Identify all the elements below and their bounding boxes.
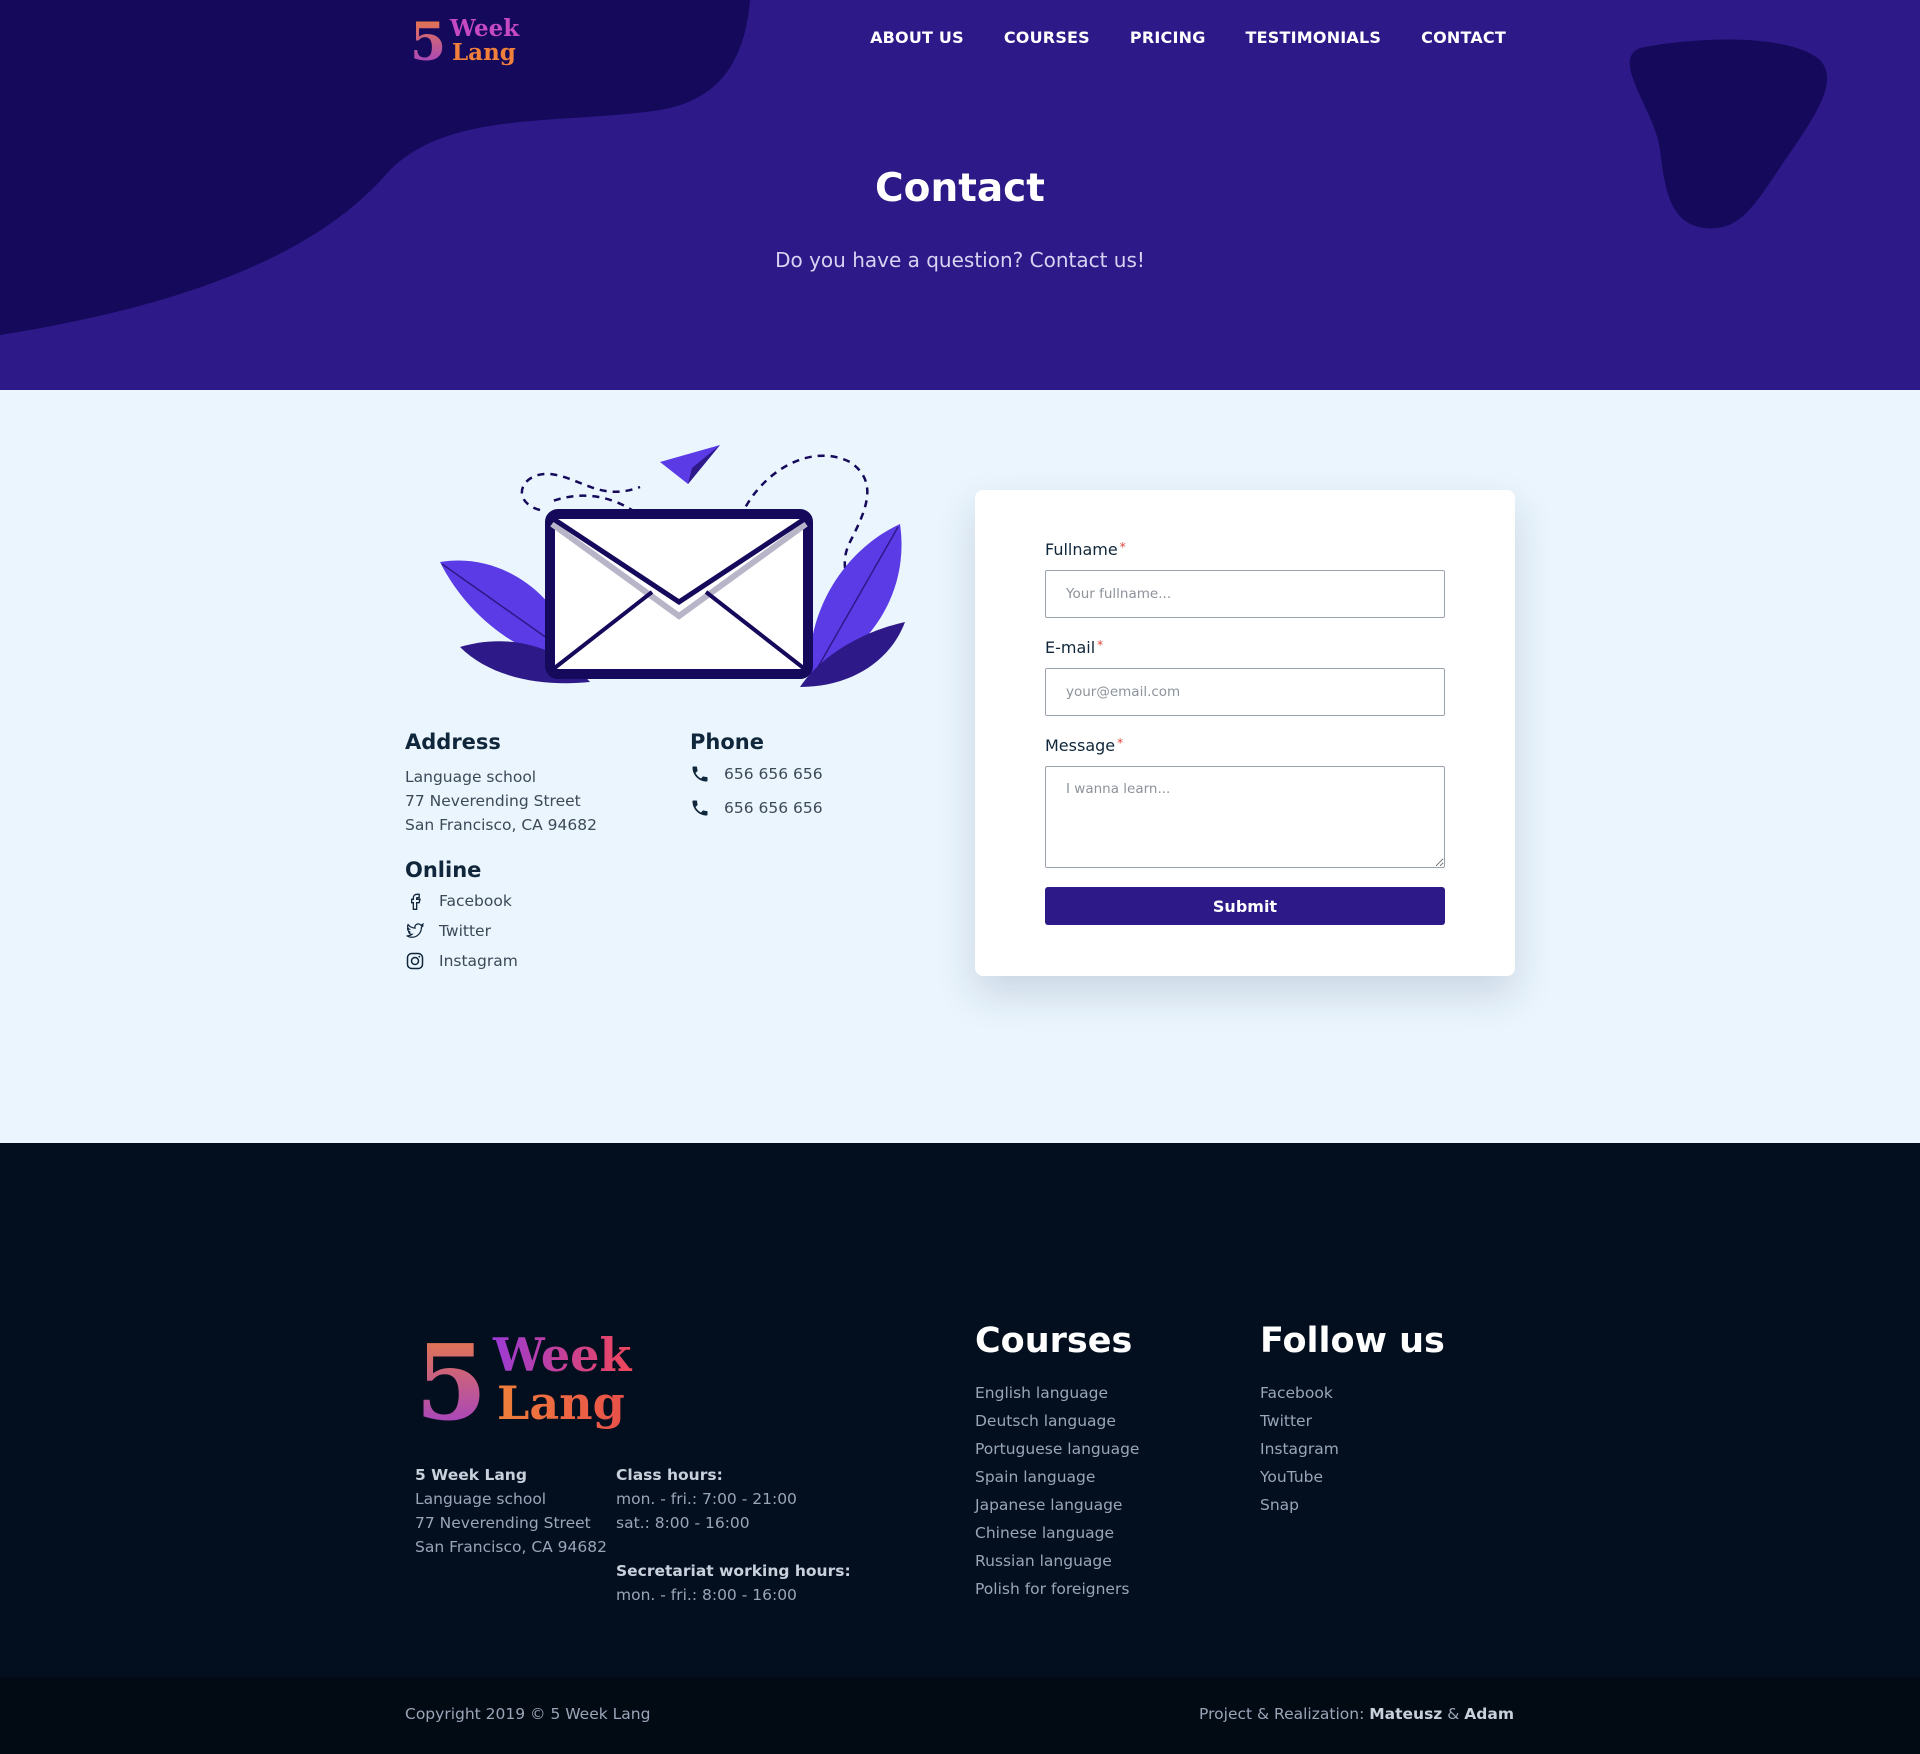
footer-company-name: 5 Week Lang — [415, 1466, 527, 1484]
contact-form: Fullname* E-mail* Message* Submit — [975, 490, 1515, 976]
brand-logo[interactable]: 5 Week Lang — [410, 12, 522, 73]
footer-address-line: 77 Neverending Street — [415, 1514, 591, 1532]
site-footer: 5 Week Lang 5 Week Lang Language school … — [0, 1143, 1920, 1677]
nav-courses[interactable]: COURSES — [1004, 28, 1090, 47]
address-line: 77 Neverending Street — [405, 792, 581, 810]
footer-hours-info: Class hours: mon. - fri.: 7:00 - 21:00 s… — [616, 1463, 851, 1607]
author-name: Mateusz — [1369, 1705, 1443, 1723]
footer-follow-heading: Follow us — [1260, 1321, 1445, 1361]
svg-text:Week: Week — [449, 15, 520, 42]
address-heading: Address — [405, 730, 501, 754]
nav-testimonials[interactable]: TESTIMONIALS — [1246, 28, 1382, 47]
footer-follow-item[interactable]: Twitter — [1260, 1407, 1339, 1435]
footer-course-item[interactable]: Polish for foreigners — [975, 1575, 1139, 1603]
nav-about-us[interactable]: ABOUT US — [870, 28, 964, 47]
footer-follow-list: Facebook Twitter Instagram YouTube Snap — [1260, 1379, 1339, 1519]
copyright-bar: Copyright 2019 © 5 Week Lang Project & R… — [0, 1677, 1920, 1754]
submit-button[interactable]: Submit — [1045, 887, 1445, 925]
instagram-icon — [406, 952, 424, 970]
phone-icon — [692, 800, 708, 816]
svg-text:Lang: Lang — [452, 39, 516, 66]
footer-follow-item[interactable]: Instagram — [1260, 1435, 1339, 1463]
online-link-label[interactable]: Instagram — [439, 952, 518, 970]
class-hours-line: sat.: 8:00 - 16:00 — [616, 1514, 750, 1532]
phone-number: 656 656 656 — [724, 765, 823, 783]
page-subtitle: Do you have a question? Contact us! — [775, 248, 1145, 272]
address-block: Language school 77 Neverending Street Sa… — [405, 765, 597, 837]
footer-course-item[interactable]: Chinese language — [975, 1519, 1139, 1547]
secretariat-hours-heading: Secretariat working hours: — [616, 1562, 851, 1580]
footer-course-item[interactable]: Portuguese language — [975, 1435, 1139, 1463]
footer-follow-item[interactable]: Facebook — [1260, 1379, 1339, 1407]
footer-course-item[interactable]: Japanese language — [975, 1491, 1139, 1519]
message-textarea[interactable] — [1045, 766, 1445, 868]
footer-address-line: San Francisco, CA 94682 — [415, 1538, 607, 1556]
author-name: Adam — [1464, 1705, 1514, 1723]
secretariat-hours-line: mon. - fri.: 8:00 - 16:00 — [616, 1586, 797, 1604]
nav-pricing[interactable]: PRICING — [1130, 28, 1206, 47]
phone-heading: Phone — [690, 730, 764, 754]
address-line: Language school — [405, 768, 537, 786]
email-label: E-mail * — [1045, 638, 1104, 657]
footer-courses-heading: Courses — [975, 1321, 1133, 1361]
online-link-label[interactable]: Twitter — [439, 922, 491, 940]
address-line: San Francisco, CA 94682 — [405, 816, 597, 834]
footer-course-item[interactable]: English language — [975, 1379, 1139, 1407]
svg-text:5: 5 — [415, 1323, 487, 1431]
twitter-icon — [406, 922, 424, 938]
message-label: Message * — [1045, 736, 1124, 755]
svg-text:Week: Week — [492, 1328, 632, 1382]
copyright-text: Copyright 2019 © 5 Week Lang — [405, 1705, 651, 1723]
required-marker: * — [1117, 736, 1124, 750]
hero-header: 5 Week Lang ABOUT US COURSES PRICING TES… — [0, 0, 1920, 390]
facebook-icon — [411, 893, 421, 910]
svg-text:Lang: Lang — [497, 1376, 625, 1430]
fullname-input[interactable] — [1045, 570, 1445, 618]
class-hours-heading: Class hours: — [616, 1466, 723, 1484]
credits-text: Project & Realization: Mateusz & Adam — [1199, 1705, 1514, 1723]
footer-address-line: Language school — [415, 1490, 547, 1508]
nav-contact[interactable]: CONTACT — [1421, 28, 1506, 47]
phone-icon — [692, 766, 708, 782]
email-input[interactable] — [1045, 668, 1445, 716]
envelope-illustration — [440, 445, 905, 687]
footer-courses-list: English language Deutsch language Portug… — [975, 1379, 1139, 1603]
main-nav: ABOUT US COURSES PRICING TESTIMONIALS CO… — [870, 28, 1506, 47]
footer-brand-logo[interactable]: 5 Week Lang — [415, 1321, 640, 1444]
footer-follow-item[interactable]: YouTube — [1260, 1463, 1339, 1491]
phone-number: 656 656 656 — [724, 799, 823, 817]
footer-follow-item[interactable]: Snap — [1260, 1491, 1339, 1519]
required-marker: * — [1119, 540, 1126, 554]
footer-course-item[interactable]: Spain language — [975, 1463, 1139, 1491]
page-title: Contact — [875, 166, 1045, 211]
svg-text:5: 5 — [410, 12, 446, 66]
online-link-twitter[interactable]: Twitter — [405, 921, 491, 941]
class-hours-line: mon. - fri.: 7:00 - 21:00 — [616, 1490, 797, 1508]
online-link-facebook[interactable]: Facebook — [405, 891, 512, 911]
fullname-label: Fullname * — [1045, 540, 1126, 559]
online-heading: Online — [405, 858, 482, 882]
required-marker: * — [1097, 638, 1104, 652]
online-link-instagram[interactable]: Instagram — [405, 951, 518, 971]
footer-company-info: 5 Week Lang Language school 77 Neverendi… — [415, 1463, 607, 1559]
footer-course-item[interactable]: Deutsch language — [975, 1407, 1139, 1435]
phone-item[interactable]: 656 656 656 — [690, 764, 823, 784]
footer-course-item[interactable]: Russian language — [975, 1547, 1139, 1575]
phone-item[interactable]: 656 656 656 — [690, 798, 823, 818]
online-link-label[interactable]: Facebook — [439, 892, 512, 910]
